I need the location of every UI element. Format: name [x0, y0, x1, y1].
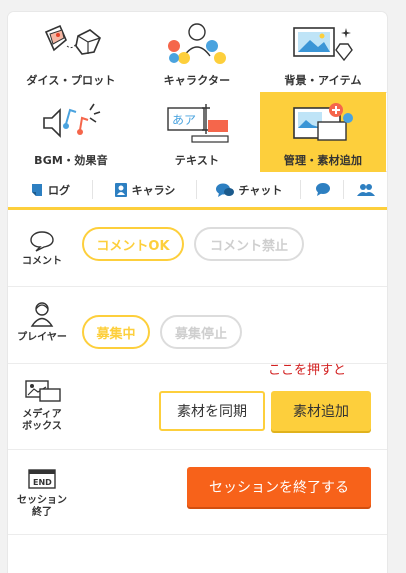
comment-label: コメント [22, 256, 62, 267]
manage-add-material-icon [293, 103, 353, 141]
menu-label: 管理・素材追加 [283, 154, 363, 167]
menu-characters[interactable]: キャラクター [134, 12, 260, 92]
tab-users[interactable] [344, 172, 387, 207]
tab-log[interactable]: ログ [8, 172, 93, 207]
menu-label: BGM・効果音 [34, 154, 108, 167]
recruiting-button[interactable]: 募集中 [82, 315, 150, 349]
media-box-icon [25, 380, 61, 402]
menu-label: ダイス・プロット [26, 74, 116, 87]
comment-ok-button[interactable]: コメントOK [82, 227, 184, 261]
comment-icon [30, 231, 54, 252]
player-label: プレイヤー [17, 332, 67, 343]
charasheet-icon [114, 182, 127, 197]
menu-text[interactable]: あア テキスト [134, 92, 260, 172]
session-label-line2: 終了 [32, 507, 52, 518]
characters-icon [168, 23, 226, 64]
player-setting-row: プレイヤー 募集中 募集停止 [8, 288, 387, 364]
tab-label: チャット [238, 183, 283, 197]
control-panel: ダイス・プロット キャラクター 背景・アイテム BGM・効果音 あア テキスト … [8, 12, 387, 573]
speech-bubble-icon [315, 183, 330, 196]
background-item-icon [293, 27, 353, 62]
bgm-sound-icon [43, 103, 101, 138]
annotation-note: ここを押すと [268, 363, 347, 378]
menu-background-item[interactable]: 背景・アイテム [260, 12, 386, 92]
add-material-button[interactable]: 素材追加 [271, 391, 371, 431]
menu-label: テキスト [174, 154, 220, 167]
media-box-row: メディア ボックス ここを押すと 素材を同期 素材追加 [8, 363, 387, 450]
end-session-icon: END [28, 469, 56, 489]
recruitment-stop-button[interactable]: 募集停止 [160, 315, 242, 349]
media-box-label-line1: メディア [22, 409, 62, 420]
svg-text:あア: あア [172, 113, 196, 127]
session-label-line1: セッション [17, 495, 67, 506]
menu-manage-add-material[interactable]: 管理・素材追加 [260, 92, 386, 172]
session-label: セッション 終了 [12, 495, 72, 519]
end-session-button[interactable]: セッションを終了する [187, 467, 371, 507]
tab-bar: ログ キャラシ チャット [8, 172, 387, 210]
tab-charasheet[interactable]: キャラシ [93, 172, 197, 207]
comment-disable-button[interactable]: コメント禁止 [194, 227, 304, 261]
menu-bgm-sound[interactable]: BGM・効果音 [8, 92, 134, 172]
log-icon [32, 183, 42, 196]
menu-dice-plot[interactable]: ダイス・プロット [8, 12, 134, 92]
menu-label: 背景・アイテム [284, 74, 362, 87]
tab-chat[interactable]: チャット [197, 172, 301, 207]
session-end-row: END セッション 終了 セッションを終了する [8, 450, 387, 535]
tab-speech[interactable] [301, 172, 344, 207]
tab-label: ログ [48, 183, 70, 197]
users-icon [356, 184, 375, 196]
media-box-label: メディア ボックス [12, 409, 72, 433]
media-box-label-line2: ボックス [22, 421, 62, 432]
menu-grid: ダイス・プロット キャラクター 背景・アイテム BGM・効果音 あア テキスト … [8, 12, 387, 172]
end-icon-text: END [33, 478, 52, 487]
tab-label: キャラシ [131, 183, 176, 197]
chat-icon [215, 183, 234, 197]
player-icon [30, 302, 54, 327]
text-icon: あア [167, 104, 229, 143]
menu-label: キャラクター [163, 74, 231, 87]
comment-setting-row: コメント コメントOK コメント禁止 [8, 213, 387, 287]
dice-icon [44, 24, 101, 55]
sync-material-button[interactable]: 素材を同期 [159, 391, 265, 431]
